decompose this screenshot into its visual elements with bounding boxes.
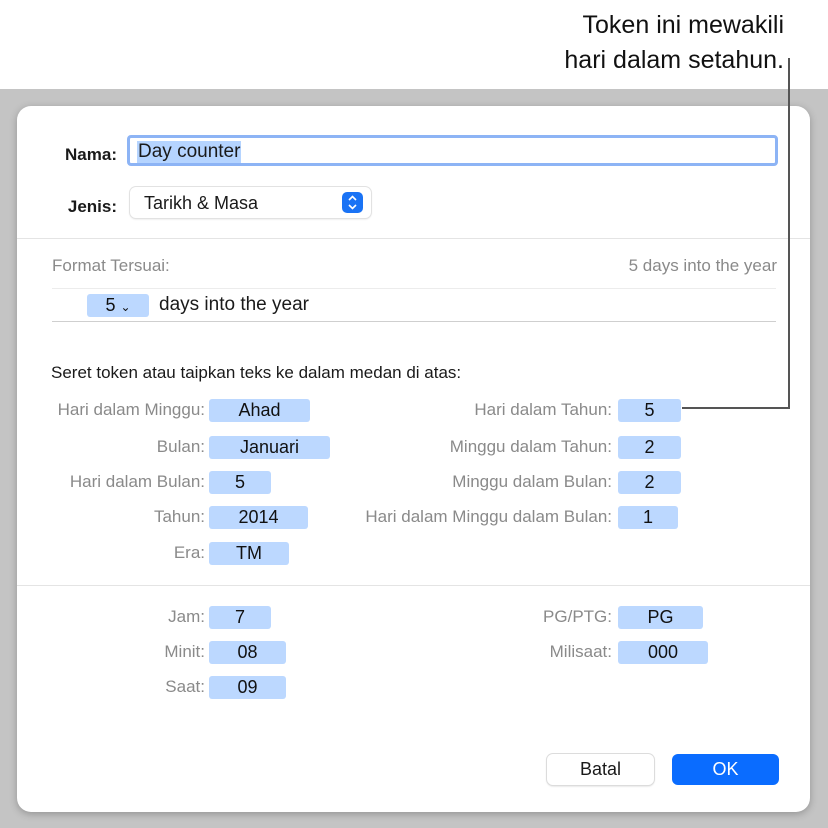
token-label: Jam:	[168, 607, 205, 626]
updown-stepper-icon	[342, 192, 363, 213]
token-label: Era:	[173, 543, 205, 562]
token-label: Hari dalam Minggu:	[57, 400, 205, 419]
token-label: Milisaat:	[549, 642, 612, 661]
token-week-of-month[interactable]: 2	[618, 471, 681, 494]
divider-top	[17, 238, 810, 239]
token-week-of-year[interactable]: 2	[618, 436, 681, 459]
format-token-day-of-year[interactable]: 5 ⌄	[87, 294, 149, 317]
divider-middle	[17, 585, 810, 586]
token-am-pm[interactable]: PG	[618, 606, 703, 629]
custom-format-label: Format Tersuai:	[52, 256, 170, 275]
token-day-of-week[interactable]: Ahad	[209, 399, 310, 422]
callout-leader-line	[788, 58, 790, 409]
cancel-button[interactable]: Batal	[547, 754, 654, 785]
token-label: Minggu dalam Tahun:	[449, 437, 612, 456]
token-label: PG/PTG:	[543, 607, 612, 626]
type-label: Jenis:	[67, 197, 117, 216]
token-era[interactable]: TM	[209, 542, 289, 565]
token-day-of-week-in-month[interactable]: 1	[618, 506, 678, 529]
format-text: days into the year	[159, 294, 309, 315]
token-month[interactable]: Januari	[209, 436, 330, 459]
callout-leader-line-horizontal	[682, 407, 790, 409]
type-popup-button[interactable]: Tarikh & Masa	[130, 187, 371, 218]
instructions-label: Seret token atau taipkan teks ke dalam m…	[51, 363, 462, 382]
name-label: Nama:	[65, 145, 117, 164]
token-day-of-month[interactable]: 5	[209, 471, 271, 494]
type-popup-value: Tarikh & Masa	[144, 193, 259, 213]
token-label: Hari dalam Bulan:	[69, 472, 205, 491]
callout-annotation: Token ini mewakili hari dalam setahun.	[564, 8, 784, 78]
ok-button[interactable]: OK	[672, 754, 779, 785]
token-label: Bulan:	[156, 437, 205, 456]
token-minute[interactable]: 08	[209, 641, 286, 664]
token-hour[interactable]: 7	[209, 606, 271, 629]
token-label: Hari dalam Minggu dalam Bulan:	[365, 507, 612, 526]
token-millisecond[interactable]: 000	[618, 641, 708, 664]
token-second[interactable]: 09	[209, 676, 286, 699]
token-year[interactable]: 2014	[209, 506, 308, 529]
name-input[interactable]: Day counter	[127, 135, 778, 166]
token-label: Saat:	[165, 677, 205, 696]
token-label: Minggu dalam Bulan:	[452, 472, 612, 491]
token-label: Minit:	[164, 642, 205, 661]
token-label: Tahun:	[153, 507, 205, 526]
token-day-of-year[interactable]: 5	[618, 399, 681, 422]
callout-line-1: Token ini mewakili	[582, 11, 784, 39]
format-token-value: 5	[105, 295, 116, 315]
chevron-down-icon: ⌄	[120, 300, 131, 314]
callout-line-2: hari dalam setahun.	[564, 46, 784, 74]
custom-format-preview: 5 days into the year	[628, 256, 777, 275]
format-field[interactable]: 5 ⌄ days into the year	[52, 288, 776, 322]
name-input-value[interactable]: Day counter	[137, 141, 242, 163]
custom-format-dialog: Nama: Day counter Jenis: Tarikh & Masa F…	[17, 106, 810, 812]
token-label: Hari dalam Tahun:	[474, 400, 612, 419]
